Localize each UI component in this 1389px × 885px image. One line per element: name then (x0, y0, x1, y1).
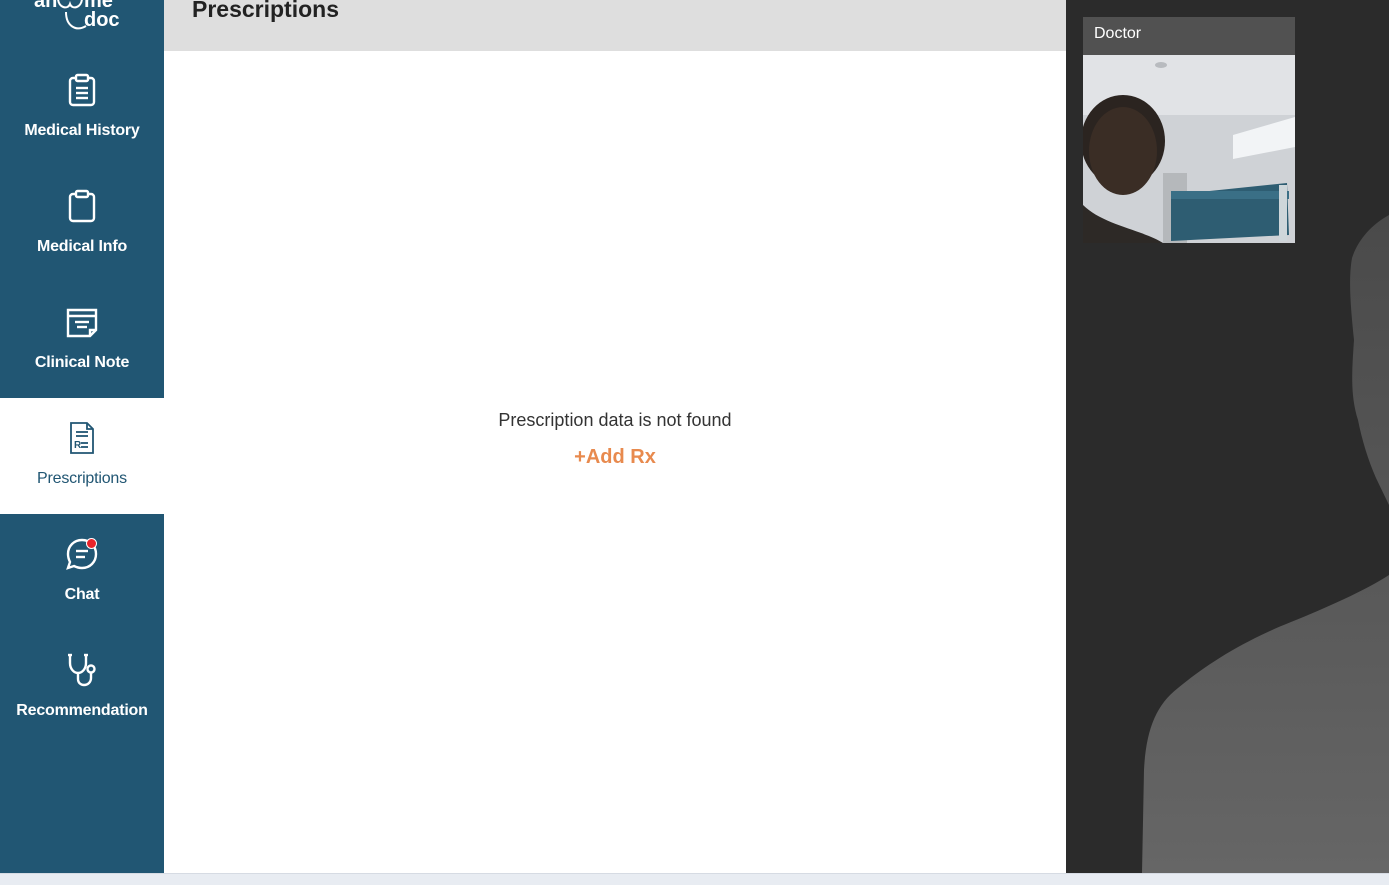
add-rx-button[interactable]: +Add Rx (164, 446, 1066, 469)
app-logo[interactable]: an me doc (0, 0, 164, 40)
pip-participant-name: Doctor (1094, 25, 1142, 42)
sidebar-item-label: Recommendation (16, 702, 148, 719)
prescription-icon: R (64, 419, 100, 457)
notification-badge (86, 538, 97, 549)
stethoscope-icon (64, 651, 100, 689)
sidebar-item-label: Chat (64, 586, 100, 603)
chat-icon (64, 535, 100, 573)
sidebar-item-recommendation[interactable]: Recommendation (0, 630, 164, 746)
note-icon (64, 303, 100, 341)
svg-text:R: R (74, 440, 82, 451)
sidebar-item-chat[interactable]: Chat (0, 514, 164, 630)
pip-label-bar: Doctor (1083, 17, 1295, 55)
sidebar-item-label: Clinical Note (34, 354, 130, 371)
sidebar-item-medical-info[interactable]: Medical Info (0, 166, 164, 282)
sidebar-item-label: Medical History (24, 122, 140, 139)
sidebar-item-label: Prescriptions (37, 470, 127, 487)
svg-text:doc: doc (84, 9, 120, 31)
doctor-video-feed (1083, 55, 1295, 243)
video-call-panel: Doctor (1066, 0, 1389, 873)
main-content: Prescriptions Prescription data is not f… (164, 0, 1066, 873)
doctor-video-pip[interactable]: Doctor (1083, 17, 1295, 243)
empty-state-message: Prescription data is not found (498, 410, 732, 430)
bottom-bar (0, 873, 1389, 885)
svg-text:an: an (34, 0, 57, 12)
sidebar-item-prescriptions[interactable]: R Prescriptions (0, 398, 164, 514)
sidebar-item-clinical-note[interactable]: Clinical Note (0, 282, 164, 398)
sidebar: an me doc Medical History Medical Info C… (0, 0, 164, 873)
page-header: Prescriptions (164, 0, 1066, 51)
page-title: Prescriptions (192, 0, 339, 22)
clipboard-icon (64, 187, 100, 225)
clipboard-list-icon (64, 71, 100, 109)
sidebar-item-label: Medical Info (36, 238, 128, 255)
sidebar-item-medical-history[interactable]: Medical History (0, 50, 164, 166)
